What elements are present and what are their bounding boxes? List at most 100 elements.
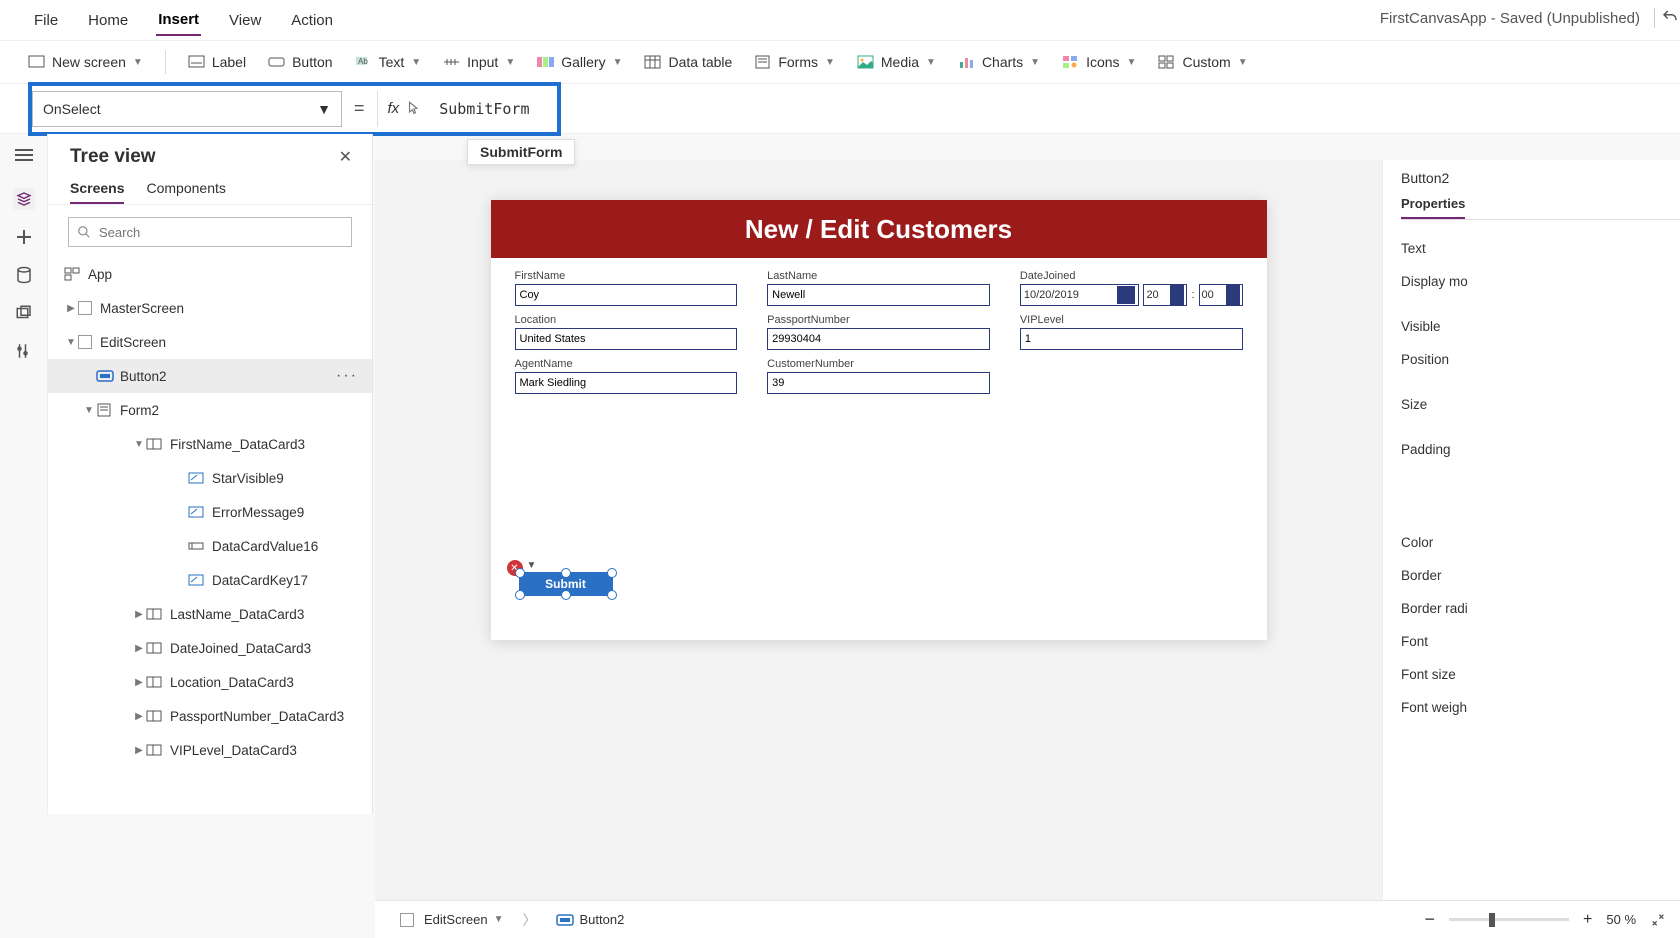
resize-handle[interactable] <box>561 590 571 600</box>
breadcrumb-screen[interactable]: EditScreen ▼ <box>389 908 515 931</box>
input-dropdown[interactable]: Input ▼ <box>443 54 515 70</box>
menu-insert[interactable]: Insert <box>156 5 201 36</box>
firstname-input[interactable] <box>515 284 738 306</box>
resize-handle[interactable] <box>607 568 617 578</box>
prop-size[interactable]: Size <box>1401 388 1680 421</box>
prop-color[interactable]: Color <box>1401 526 1680 559</box>
intellisense-popup[interactable]: SubmitForm <box>467 139 575 165</box>
chevron-right-icon[interactable]: ▶ <box>132 745 146 756</box>
tree-item-firstname-dc[interactable]: ▼ FirstName_DataCard3 <box>48 427 372 461</box>
new-screen-button[interactable]: New screen ▼ <box>28 54 143 70</box>
prop-font[interactable]: Font <box>1401 625 1680 658</box>
chevron-right-icon[interactable]: ▶ <box>132 643 146 654</box>
label-button[interactable]: Label <box>188 54 246 70</box>
tree-item-lastname-dc[interactable]: ▶ LastName_DataCard3 <box>48 597 372 631</box>
zoom-in-icon[interactable]: + <box>1583 911 1592 929</box>
resize-handle[interactable] <box>515 590 525 600</box>
prop-visible[interactable]: Visible <box>1401 310 1680 343</box>
tree-item-masterscreen[interactable]: ▶ MasterScreen <box>48 291 372 325</box>
forms-dropdown[interactable]: Forms ▼ <box>754 54 835 70</box>
tree-item-button2[interactable]: Button2 ··· <box>48 359 372 393</box>
icons-dropdown[interactable]: Icons ▼ <box>1062 54 1136 70</box>
tab-properties[interactable]: Properties <box>1401 196 1465 219</box>
charts-dropdown[interactable]: Charts ▼ <box>958 54 1040 70</box>
menu-action[interactable]: Action <box>289 6 335 35</box>
breadcrumb-control[interactable]: Button2 <box>545 908 636 931</box>
custom-dropdown[interactable]: Custom ▼ <box>1158 54 1247 70</box>
chevron-right-icon[interactable]: ▶ <box>132 711 146 722</box>
tree-item-app[interactable]: App <box>48 257 372 291</box>
prop-padding[interactable]: Padding <box>1401 433 1680 466</box>
chevron-down-icon[interactable]: ▼ <box>82 405 96 416</box>
hour-select[interactable]: 20 <box>1143 284 1187 306</box>
fit-to-screen-icon[interactable] <box>1650 912 1666 928</box>
zoom-out-icon[interactable]: − <box>1424 909 1435 930</box>
chevron-right-icon[interactable]: ▶ <box>132 609 146 620</box>
more-icon[interactable]: ··· <box>336 367 358 385</box>
prop-position[interactable]: Position <box>1401 343 1680 376</box>
minute-select[interactable]: 00 <box>1199 284 1243 306</box>
text-dropdown[interactable]: Ab Text ▼ <box>355 54 422 70</box>
tree-item-location-dc[interactable]: ▶ Location_DataCard3 <box>48 665 372 699</box>
advanced-tools-icon[interactable] <box>13 340 35 362</box>
search-input[interactable] <box>99 225 343 240</box>
tree-item-form2[interactable]: ▼ Form2 <box>48 393 372 427</box>
media-dropdown[interactable]: Media ▼ <box>857 54 936 70</box>
checkbox[interactable] <box>78 335 92 349</box>
chevron-down-icon[interactable]: ▼ <box>494 914 504 925</box>
formula-text[interactable]: SubmitForm <box>429 100 559 118</box>
custnum-input[interactable] <box>767 372 990 394</box>
tree-item-editscreen[interactable]: ▼ EditScreen <box>48 325 372 359</box>
menu-file[interactable]: File <box>32 6 60 35</box>
canvas-area[interactable]: New / Edit Customers FirstName LastName … <box>375 160 1382 900</box>
insert-pane-icon[interactable] <box>13 226 35 248</box>
property-selector[interactable]: OnSelect ▼ <box>32 91 342 127</box>
tab-components[interactable]: Components <box>146 180 225 204</box>
tree-search[interactable] <box>68 217 352 247</box>
chevron-right-icon[interactable]: ▶ <box>64 303 78 314</box>
date-picker[interactable]: 10/20/2019 <box>1020 284 1140 306</box>
tree-item-dckey[interactable]: DataCardKey17 <box>48 563 372 597</box>
prop-display-mode[interactable]: Display mo <box>1401 265 1680 298</box>
zoom-thumb[interactable] <box>1489 913 1495 927</box>
vip-input[interactable] <box>1020 328 1243 350</box>
prop-font-size[interactable]: Font size <box>1401 658 1680 691</box>
lastname-input[interactable] <box>767 284 990 306</box>
resize-handle[interactable] <box>607 590 617 600</box>
prop-font-weight[interactable]: Font weigh <box>1401 691 1680 724</box>
calendar-icon[interactable] <box>1117 286 1135 304</box>
agent-input[interactable] <box>515 372 738 394</box>
prop-border-radius[interactable]: Border radi <box>1401 592 1680 625</box>
fx-area[interactable]: fx SubmitForm <box>377 91 557 127</box>
close-icon[interactable]: ✕ <box>339 147 352 167</box>
tab-screens[interactable]: Screens <box>70 180 124 204</box>
menu-home[interactable]: Home <box>86 6 130 35</box>
prop-border[interactable]: Border <box>1401 559 1680 592</box>
tree-item-starvisible[interactable]: StarVisible9 <box>48 461 372 495</box>
button-button[interactable]: Button <box>268 54 332 70</box>
undo-icon[interactable] <box>1654 8 1674 28</box>
tree-item-datejoined-dc[interactable]: ▶ DateJoined_DataCard3 <box>48 631 372 665</box>
zoom-slider[interactable] <box>1449 918 1569 921</box>
resize-handle[interactable] <box>515 568 525 578</box>
datatable-button[interactable]: Data table <box>644 54 732 70</box>
error-chevron-icon[interactable]: ▼ <box>527 560 537 571</box>
screen-surface[interactable]: New / Edit Customers FirstName LastName … <box>491 200 1267 640</box>
submit-button[interactable]: Submit <box>519 572 613 596</box>
tree-item-errormsg[interactable]: ErrorMessage9 <box>48 495 372 529</box>
checkbox[interactable] <box>78 301 92 315</box>
tree-item-passport-dc[interactable]: ▶ PassportNumber_DataCard3 <box>48 699 372 733</box>
passport-input[interactable] <box>767 328 990 350</box>
location-input[interactable] <box>515 328 738 350</box>
tree-item-vip-dc[interactable]: ▶ VIPLevel_DataCard3 <box>48 733 372 767</box>
chevron-down-icon[interactable]: ▼ <box>132 439 146 450</box>
tree-view-icon[interactable] <box>13 188 35 210</box>
hamburger-icon[interactable] <box>13 144 35 166</box>
menu-view[interactable]: View <box>227 6 263 35</box>
gallery-dropdown[interactable]: Gallery ▼ <box>537 54 622 70</box>
chevron-down-icon[interactable]: ▼ <box>64 337 78 348</box>
selected-control[interactable]: ✕ ▼ Submit <box>519 572 613 596</box>
resize-handle[interactable] <box>561 568 571 578</box>
data-icon[interactable] <box>13 264 35 286</box>
media-pane-icon[interactable] <box>13 302 35 324</box>
